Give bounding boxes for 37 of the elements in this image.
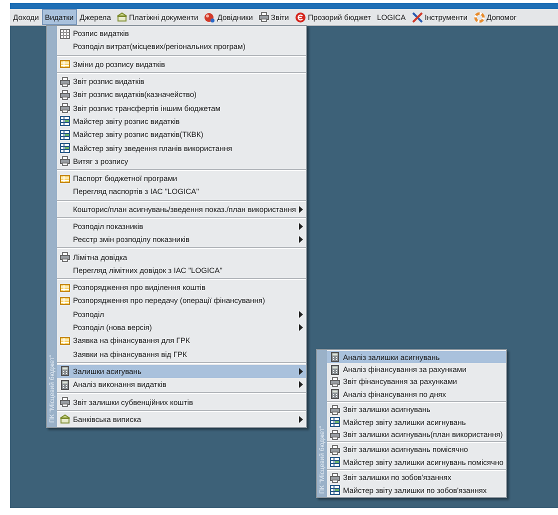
- printer-icon: [60, 397, 70, 408]
- printer-icon: [258, 12, 269, 22]
- table-wizard-icon: [330, 417, 340, 428]
- calculator-icon: [330, 389, 340, 400]
- table-icon: [60, 282, 70, 293]
- printer-icon: [330, 444, 340, 455]
- calculator-icon: [60, 380, 70, 390]
- printer-icon: [330, 472, 340, 483]
- table-wizard-icon: [60, 130, 70, 140]
- table-icon: [60, 174, 70, 184]
- printer-icon: [60, 103, 70, 114]
- printer-icon: [60, 90, 70, 100]
- printer-icon: [60, 76, 70, 87]
- table-wizard-icon: [60, 143, 70, 154]
- printer-icon: [330, 430, 340, 440]
- tools-icon: [412, 12, 423, 22]
- lifebuoy-icon: [474, 12, 484, 22]
- coin-icon: [294, 12, 306, 22]
- printer-icon: [330, 404, 340, 415]
- printer-icon: [330, 376, 340, 387]
- submenu-arrow-icon: [299, 416, 304, 423]
- table-icon: [60, 296, 70, 306]
- table-wizard-icon: [60, 116, 70, 126]
- table-wizard-icon: [330, 485, 340, 496]
- calculator-icon: [330, 364, 340, 375]
- calculator-icon: [60, 366, 70, 376]
- table-icon: [60, 59, 70, 70]
- table-icon: [60, 336, 70, 346]
- calculator-icon: [330, 352, 340, 362]
- bank-icon: [60, 414, 70, 424]
- globe-icon: [204, 12, 216, 22]
- printer-icon: [60, 156, 70, 166]
- grid-icon: [60, 28, 70, 39]
- printer-icon: [60, 252, 70, 262]
- table-wizard-icon: [330, 457, 340, 468]
- bank-icon: [116, 12, 127, 22]
- submenu-arrow-icon: [299, 206, 304, 213]
